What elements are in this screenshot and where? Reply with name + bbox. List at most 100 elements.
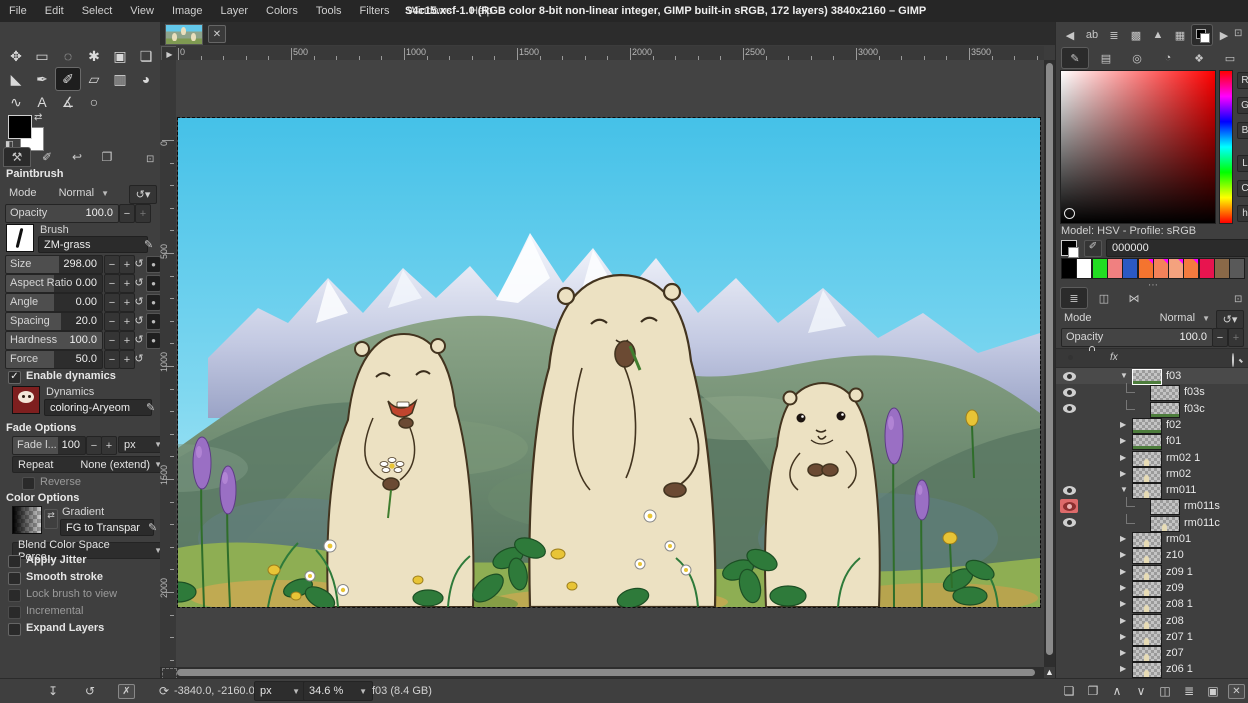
channel-button-G[interactable]: G (1237, 97, 1248, 114)
layer-row-rm011c[interactable]: rm011c (1056, 515, 1248, 531)
layer-row-rm02 1[interactable]: ▶rm02 1 (1056, 450, 1248, 466)
decrease-button[interactable]: − (104, 274, 120, 293)
enable-dynamics-checkbox[interactable] (8, 371, 21, 384)
layer-expander[interactable]: ▶ (1120, 616, 1126, 625)
incremental-checkbox[interactable] (8, 606, 21, 619)
hex-bg-swatch[interactable] (1068, 247, 1079, 258)
layer-row-z07 1[interactable]: ▶z07 1 (1056, 629, 1248, 645)
slider-aspect-ratio-scale[interactable]: Aspect Ratio0.00 (5, 274, 103, 293)
color-marker[interactable] (1064, 208, 1075, 219)
menu-tools[interactable]: Tools (307, 5, 351, 17)
expand-layers-checkbox[interactable] (8, 623, 21, 636)
brush-link-toggle[interactable]: ● (146, 313, 161, 330)
layer-expander[interactable]: ▶ (1120, 436, 1126, 445)
history-swatch[interactable] (1153, 258, 1169, 279)
fuzzy-select-tool[interactable]: ✱ (82, 45, 106, 67)
layer-expander[interactable]: ▶ (1120, 583, 1126, 592)
free-select-tool[interactable]: ◌ (56, 45, 80, 67)
brush-link-toggle[interactable]: ● (146, 294, 161, 311)
tab-device-status[interactable]: ✐ (34, 148, 60, 166)
increase-button[interactable]: + (119, 350, 135, 369)
measure-tool[interactable]: ∡ (56, 91, 80, 113)
new-layer-button[interactable]: ❏ (1060, 683, 1078, 699)
history-swatch[interactable] (1076, 258, 1092, 279)
horizontal-scrollbar[interactable] (160, 667, 1044, 678)
new-group-button[interactable]: ❐ (1084, 683, 1102, 699)
layer-thumbnail[interactable] (1132, 565, 1162, 581)
crop-tool[interactable]: ▣ (108, 45, 132, 67)
unit-select[interactable]: px▼ (254, 681, 306, 701)
layer-thumbnail[interactable] (1132, 646, 1162, 662)
slider-spacing-scale[interactable]: Spacing20.0 (5, 312, 103, 331)
gradient-reverse-icon[interactable]: ⇄ (44, 509, 58, 529)
history-swatch[interactable] (1092, 258, 1108, 279)
layer-expander[interactable]: ▼ (1120, 371, 1128, 380)
lower-layer-button[interactable]: ∨ (1132, 683, 1150, 699)
layer-expander[interactable]: ▶ (1120, 648, 1126, 657)
decrease-button[interactable]: − (104, 350, 120, 369)
save-tool-preset-button[interactable]: ↧ (44, 683, 62, 699)
layer-expander[interactable]: ▶ (1120, 599, 1126, 608)
layer-row-rm011[interactable]: ▼rm011 (1056, 482, 1248, 498)
reset-button[interactable]: ↺ (134, 255, 144, 272)
smooth-stroke-checkbox[interactable] (8, 572, 21, 585)
menu-layer[interactable]: Layer (212, 5, 258, 17)
layer-expander[interactable]: ▶ (1120, 664, 1126, 673)
gradient-name-entry[interactable]: FG to Transpar (60, 519, 154, 536)
layer-row-f03c[interactable]: f03c (1056, 401, 1248, 417)
reset-tool-options-button[interactable]: ⟳ (155, 683, 173, 699)
smudge-tool[interactable]: ◕ (134, 68, 158, 90)
channel-button-C[interactable]: C (1237, 180, 1248, 197)
fade-length-slider[interactable]: Fade l... 100 (12, 436, 86, 455)
channel-button-R[interactable]: R (1237, 72, 1248, 89)
layer-row-f03s[interactable]: f03s (1056, 384, 1248, 400)
layer-visibility-toggle[interactable] (1060, 369, 1078, 383)
canvas-artwork[interactable] (178, 118, 1040, 607)
bucket-fill-tool[interactable]: ◣ (4, 68, 28, 90)
layer-thumbnail[interactable] (1132, 548, 1162, 564)
history-swatch[interactable] (1199, 258, 1215, 279)
merge-down-button[interactable]: ≣ (1180, 683, 1198, 699)
lock-brush-to-view-checkbox[interactable] (8, 589, 21, 602)
menu-image[interactable]: Image (163, 5, 212, 17)
tab-layers[interactable]: ≣ (1061, 288, 1087, 308)
slider-angle-scale[interactable]: Angle0.00 (5, 293, 103, 312)
reset-button[interactable]: ↺ (134, 293, 144, 310)
color-selector-gimp[interactable]: ✎ (1062, 48, 1088, 68)
gradient-edit-icon[interactable]: ✎ (148, 521, 157, 534)
apply-jitter-checkbox[interactable] (8, 555, 21, 568)
raise-layer-button[interactable]: ∧ (1108, 683, 1126, 699)
layer-expander[interactable]: ▶ (1120, 534, 1126, 543)
increase-button[interactable]: + (119, 331, 135, 350)
color-picker-icon[interactable]: ✐ (1084, 240, 1102, 257)
vertical-scrollbar[interactable] (1044, 60, 1055, 667)
layer-row-z06 1[interactable]: ▶z06 1 (1056, 661, 1248, 677)
mode-reset-button[interactable]: ↺▾ (129, 185, 157, 204)
checkbox-row-lock-brush-to-view[interactable]: Lock brush to view (8, 588, 158, 602)
history-swatch[interactable] (1061, 258, 1077, 279)
dynamics-preview[interactable] (12, 386, 40, 414)
layer-visibility-toggle[interactable] (1060, 385, 1078, 399)
layer-row-z10[interactable]: ▶z10 (1056, 547, 1248, 563)
dock-tab-prev[interactable]: ◀ (1060, 25, 1080, 45)
tab-images[interactable]: ❐ (94, 148, 120, 166)
layer-thumbnail[interactable] (1132, 369, 1162, 385)
rectangle-select-tool[interactable]: ▭ (30, 45, 54, 67)
layer-thumbnail[interactable] (1132, 614, 1162, 630)
layer-thumbnail[interactable] (1132, 451, 1162, 467)
history-swatch[interactable] (1229, 258, 1245, 279)
fade-decrease-button[interactable]: − (86, 436, 102, 455)
decrease-button[interactable]: − (104, 293, 120, 312)
layer-opacity-decrease-button[interactable]: − (1212, 328, 1228, 347)
menu-select[interactable]: Select (73, 5, 122, 17)
increase-button[interactable]: + (119, 293, 135, 312)
layer-opacity-increase-button[interactable]: + (1228, 328, 1244, 347)
layer-expander[interactable]: ▶ (1120, 469, 1126, 478)
enable-dynamics-row[interactable]: Enable dynamics (8, 370, 158, 384)
color-selector-cmyk[interactable]: ▤ (1093, 48, 1119, 68)
dock-tab-layers-stack[interactable]: ≣ (1104, 25, 1124, 45)
layer-visibility-toggle[interactable] (1060, 402, 1078, 416)
image-tab-thumbnail[interactable] (165, 24, 203, 45)
layer-row-rm011s[interactable]: rm011s (1056, 498, 1248, 514)
ink-tool[interactable]: ✒ (30, 68, 54, 90)
